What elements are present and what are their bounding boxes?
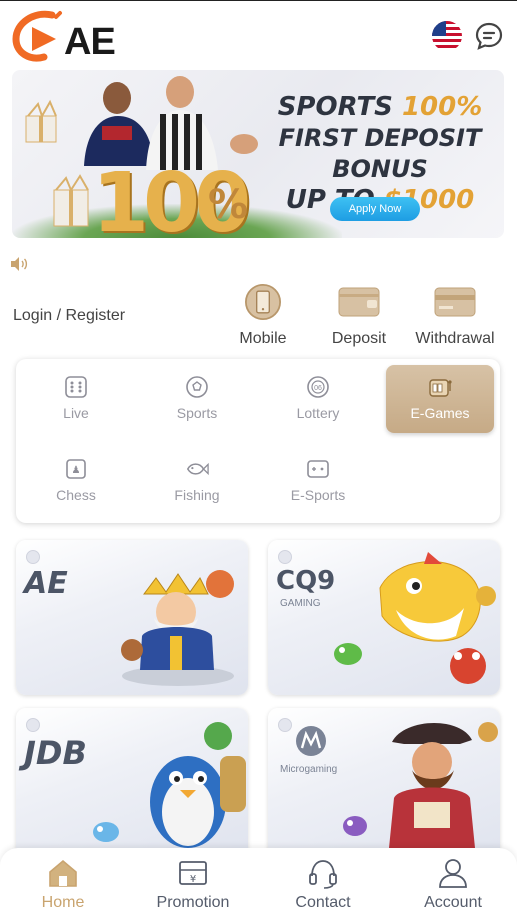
card-dot <box>26 718 40 732</box>
king-character-illustration <box>121 570 234 686</box>
blue-fish-illustration <box>93 822 119 842</box>
category-label: Fishing <box>174 487 220 503</box>
nav-label: Account <box>424 894 482 911</box>
logo-text: AE <box>64 21 116 63</box>
nav-label: Contact <box>295 894 351 911</box>
top-bar: AE <box>0 0 517 68</box>
category-label: E-Sports <box>290 487 346 503</box>
gamepad-icon <box>307 460 329 478</box>
logo-mark-icon <box>12 10 62 62</box>
provider-name: JDB <box>24 734 87 772</box>
svg-text:06: 06 <box>314 385 322 392</box>
nav-home[interactable]: Home <box>8 856 118 912</box>
deposit-button[interactable]: Deposit <box>314 284 404 348</box>
chat-bubble-icon[interactable] <box>474 21 504 51</box>
shark-character-illustration <box>379 552 496 684</box>
green-fish-illustration <box>334 643 362 665</box>
mobile-label: Mobile <box>239 330 287 347</box>
banner-line2: FIRST DEPOSIT BONUS <box>278 124 482 183</box>
bottom-navigation: Home ¥ Promotion Contact Account <box>0 848 517 920</box>
ae-logo[interactable]: AE <box>12 9 132 64</box>
penguin-character-illustration <box>150 722 246 848</box>
us-flag-icon[interactable] <box>432 21 462 51</box>
nav-label: Home <box>41 894 85 911</box>
apply-now-button[interactable]: Apply Now <box>330 197 420 221</box>
withdrawal-button[interactable]: Withdrawal <box>410 284 500 348</box>
speaker-icon[interactable] <box>10 256 30 272</box>
nav-contact[interactable]: Contact <box>268 856 378 912</box>
category-label: E-Games <box>410 405 470 421</box>
slot-machine-icon <box>429 379 452 397</box>
category-live[interactable]: Live <box>22 365 130 433</box>
headset-icon <box>309 860 337 889</box>
nav-account[interactable]: Account <box>398 856 508 912</box>
provider-card-ae[interactable]: AE <box>16 540 248 695</box>
card-dot <box>278 718 292 732</box>
card-dot <box>26 550 40 564</box>
category-chess[interactable]: ♟ Chess <box>22 447 130 515</box>
banner-big-percent: % <box>208 182 249 228</box>
nav-label: Promotion <box>156 894 230 911</box>
mobile-button[interactable]: Mobile <box>218 284 308 348</box>
wallet-icon <box>338 287 380 317</box>
category-fishing[interactable]: Fishing <box>143 447 251 515</box>
purple-fish-illustration <box>343 816 367 836</box>
svg-text:¥: ¥ <box>190 874 196 885</box>
category-label: Chess <box>56 487 96 503</box>
provider-card-jdb[interactable]: JDB <box>16 708 248 863</box>
chess-icon: ♟ <box>66 459 86 479</box>
deposit-label: Deposit <box>331 330 387 347</box>
category-sports[interactable]: Sports <box>143 365 251 433</box>
dice-icon <box>65 376 87 398</box>
provider-card-microgaming[interactable]: Microgaming <box>268 708 500 863</box>
fish-icon <box>186 462 209 476</box>
banner-line1-b: 100% <box>401 92 483 122</box>
provider-card-cq9[interactable]: CQ9 GAMING <box>268 540 500 695</box>
category-label: Live <box>63 405 89 421</box>
lottery-ball-icon: 06 <box>307 376 329 398</box>
gift-box-icon <box>25 99 57 143</box>
withdrawal-label: Withdrawal <box>415 330 495 347</box>
home-icon <box>49 859 77 887</box>
svg-text:♟: ♟ <box>72 465 81 476</box>
provider-name: AE <box>24 566 68 601</box>
provider-name: CQ9 <box>276 566 336 596</box>
category-label: Sports <box>176 405 218 421</box>
pirate-character-illustration <box>388 722 498 858</box>
promotion-ticket-icon: ¥ <box>179 861 207 885</box>
banner-line1-a: SPORTS <box>277 92 402 122</box>
provider-subname: Microgaming <box>280 764 338 775</box>
microgaming-logo-icon <box>296 726 326 756</box>
card-icon <box>434 287 476 317</box>
category-e-games[interactable]: E-Games <box>386 365 494 433</box>
mobile-phone-icon <box>245 284 281 320</box>
card-dot <box>278 550 292 564</box>
promo-banner[interactable]: 100 % SPORTS 100% FIRST DEPOSIT BONUS UP… <box>12 70 504 238</box>
category-lottery[interactable]: 06 Lottery <box>264 365 372 433</box>
category-e-sports[interactable]: E-Sports <box>264 447 372 515</box>
gift-box-icon <box>53 174 89 227</box>
provider-subname: GAMING <box>280 598 321 609</box>
category-label: Lottery <box>296 405 340 421</box>
login-register-link[interactable]: Login / Register <box>13 307 125 325</box>
soccer-ball-icon <box>186 376 208 398</box>
user-icon <box>439 859 467 888</box>
nav-promotion[interactable]: ¥ Promotion <box>138 856 248 912</box>
category-panel: Live Sports 06 Lottery E-Games ♟ Chess F… <box>16 359 500 523</box>
